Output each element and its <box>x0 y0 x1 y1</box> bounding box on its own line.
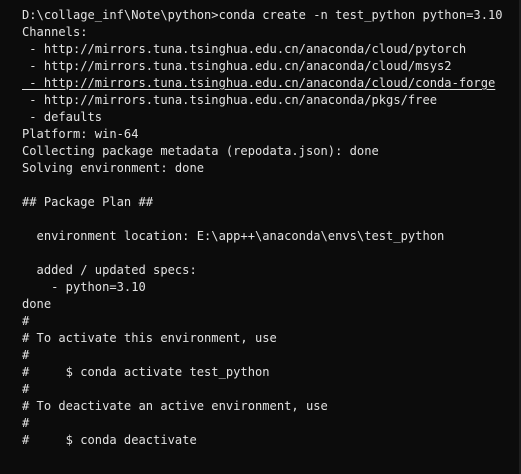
terminal-line-comment: # <box>22 382 30 396</box>
terminal-line-comment: # <box>22 314 30 328</box>
terminal-line-activate-command: # $ conda activate test_python <box>22 365 270 379</box>
terminal-line-comment: # <box>22 416 30 430</box>
terminal-window[interactable]: D:\collage_inf\Note\python>conda create … <box>0 0 521 474</box>
terminal-line-platform: Platform: win-64 <box>22 127 139 141</box>
terminal-line-channel-pytorch: - http://mirrors.tuna.tsinghua.edu.cn/an… <box>22 42 467 56</box>
terminal-line-done: done <box>22 297 52 311</box>
terminal-line-deactivate-command: # $ conda deactivate <box>22 433 197 447</box>
terminal-line-env-location: environment location: E:\app++\anaconda\… <box>22 229 445 243</box>
terminal-line-package-plan: ## Package Plan ## <box>22 195 154 209</box>
terminal-line-channels-header: Channels: <box>22 25 88 39</box>
terminal-line-comment: # <box>22 348 30 362</box>
terminal-line-channel-conda-forge: - http://mirrors.tuna.tsinghua.edu.cn/an… <box>22 76 496 90</box>
terminal-line-channel-defaults: - defaults <box>22 110 103 124</box>
terminal-line-channel-msys2: - http://mirrors.tuna.tsinghua.edu.cn/an… <box>22 59 452 73</box>
terminal-line-specs-header: added / updated specs: <box>22 263 197 277</box>
terminal-line-collecting: Collecting package metadata (repodata.js… <box>22 144 379 158</box>
terminal-line-channel-free: - http://mirrors.tuna.tsinghua.edu.cn/an… <box>22 93 438 107</box>
terminal-line-solving: Solving environment: done <box>22 161 205 175</box>
terminal-line-spec-python: - python=3.10 <box>22 280 146 294</box>
terminal-line-deactivate-hint: # To deactivate an active environment, u… <box>22 399 328 413</box>
terminal-line-activate-hint: # To activate this environment, use <box>22 331 277 345</box>
terminal-line-command: D:\collage_inf\Note\python>conda create … <box>22 8 503 22</box>
